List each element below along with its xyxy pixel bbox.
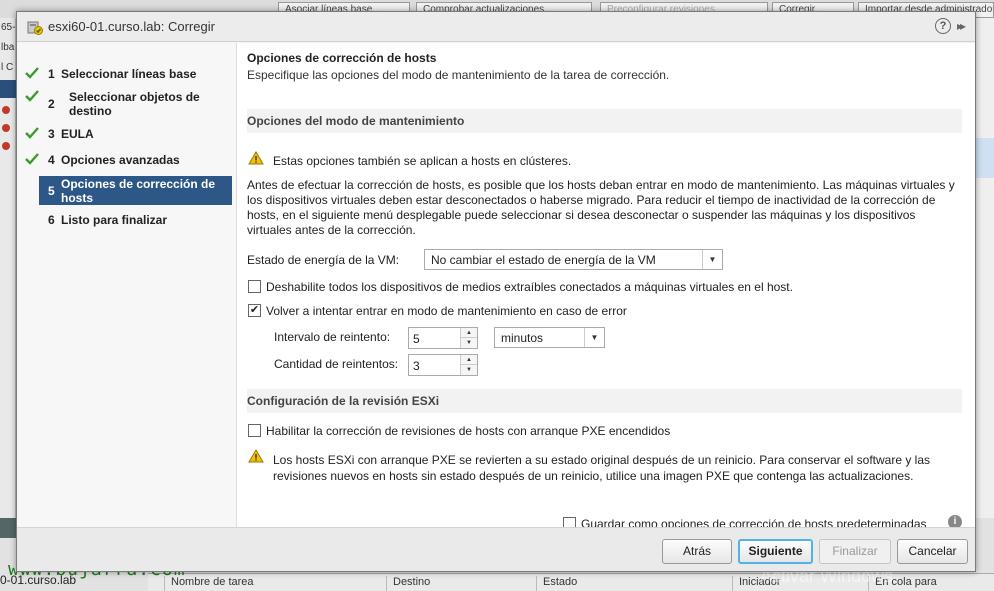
step-advanced-options[interactable]: 4 Opciones avanzadas <box>25 153 231 167</box>
step-label: Seleccionar líneas base <box>61 67 197 81</box>
step-select-baselines[interactable]: 1 Seleccionar líneas base <box>25 67 231 81</box>
check-icon <box>25 127 39 139</box>
dialog-title-bar[interactable]: esxi60-01.curso.lab: Corregir ? ▸▸ <box>17 12 975 42</box>
stepper-down-icon[interactable]: ▼ <box>460 338 477 348</box>
pxe-remediation-checkbox[interactable] <box>248 424 261 437</box>
remediate-dialog: esxi60-01.curso.lab: Corregir ? ▸▸ 1 Sel… <box>16 11 976 572</box>
bg-highlight-row <box>976 138 994 178</box>
pxe-remediation-label: Habilitar la corrección de revisiones de… <box>266 424 671 438</box>
stepper-down-icon[interactable]: ▼ <box>460 365 477 375</box>
cancel-button[interactable]: Cancelar <box>897 539 968 564</box>
finish-button[interactable]: Finalizar <box>819 539 891 564</box>
error-icon <box>2 124 10 132</box>
warning-icon <box>248 151 264 165</box>
bg-selected-row <box>0 80 16 98</box>
retry-interval-value: 5 <box>413 332 420 346</box>
disable-media-checkbox[interactable] <box>248 280 261 293</box>
column-status[interactable]: Estado <box>536 576 577 591</box>
retry-interval-label: Intervalo de reintento: <box>274 330 391 344</box>
retry-interval-stepper[interactable]: 5 ▲ ▼ <box>408 327 478 349</box>
step-label: Opciones avanzadas <box>61 153 180 167</box>
esxi-section-header: Configuración de la revisión ESXi <box>247 389 962 413</box>
background-navigator: 65- lba l C <box>0 18 16 518</box>
dropdown-arrow-icon: ▼ <box>702 250 722 269</box>
maintenance-section-header: Opciones del modo de mantenimiento <box>247 109 962 133</box>
pxe-warning-text: Los hosts ESXi con arranque PXE se revie… <box>273 453 931 483</box>
dialog-footer: Atrás Siguiente Finalizar Cancelar <box>17 527 975 571</box>
retry-maintenance-label: Volver a intentar entrar en modo de mant… <box>266 304 627 318</box>
check-icon <box>25 67 39 79</box>
check-icon <box>25 153 39 165</box>
step-label: Opciones de corrección de hosts <box>61 177 216 205</box>
step-number: 1 <box>48 67 55 81</box>
back-button[interactable]: Atrás <box>662 539 732 564</box>
stepper-up-icon[interactable]: ▲ <box>460 328 477 338</box>
warning-icon <box>248 449 264 463</box>
error-icon <box>2 106 10 114</box>
step-number: 4 <box>48 153 55 167</box>
step-eula[interactable]: 3 EULA <box>25 127 231 141</box>
column-target[interactable]: Destino <box>386 576 430 591</box>
cluster-note: Estas opciones también se aplican a host… <box>273 154 572 168</box>
disable-media-label: Deshabilite todos los dispositivos de me… <box>266 280 793 294</box>
retry-unit-select[interactable]: minutos ▼ <box>494 327 605 348</box>
step-number: 3 <box>48 127 55 141</box>
stepper-up-icon[interactable]: ▲ <box>460 355 477 365</box>
power-state-value: No cambiar el estado de energía de la VM <box>431 253 656 267</box>
background-right-panel <box>976 18 994 518</box>
next-button[interactable]: Siguiente <box>738 539 813 564</box>
bg-fragment: lba <box>1 42 15 53</box>
retry-maintenance-checkbox[interactable]: ✔ <box>248 304 261 317</box>
step-label: EULA <box>61 127 94 141</box>
maintenance-paragraph: Antes de efectuar la corrección de hosts… <box>247 178 955 237</box>
content-panel: Opciones de corrección de hosts Especifi… <box>236 43 975 531</box>
retry-count-label: Cantidad de reintentos: <box>274 357 399 371</box>
step-number: 6 <box>48 213 55 227</box>
step-ready-to-complete[interactable]: 6 Listo para finalizar <box>25 213 231 227</box>
retry-count-stepper[interactable]: 3 ▲ ▼ <box>408 354 478 376</box>
expand-icon[interactable]: ▸▸ <box>957 19 966 33</box>
step-number: 2 <box>48 97 55 111</box>
bg-stripe <box>0 518 16 538</box>
power-state-label: Estado de energía de la VM: <box>247 253 400 267</box>
retry-count-value: 3 <box>413 359 420 373</box>
wizard-steps: 1 Seleccionar líneas base 2 Seleccionar … <box>17 43 236 527</box>
host-update-icon <box>27 21 43 35</box>
help-icon[interactable]: ? <box>935 18 951 34</box>
step-label: Seleccionar objetos de destino <box>69 90 200 118</box>
bg-fragment: 65- <box>1 22 16 33</box>
dropdown-arrow-icon: ▼ <box>584 328 604 347</box>
check-icon <box>25 90 39 102</box>
bg-fragment: l C <box>1 62 14 73</box>
page-title: Opciones de corrección de hosts <box>247 51 437 65</box>
step-host-remediation-options[interactable]: 5 Opciones de corrección de hosts <box>39 176 232 205</box>
power-state-select[interactable]: No cambiar el estado de energía de la VM… <box>424 249 723 270</box>
dialog-title: esxi60-01.curso.lab: Corregir <box>48 19 215 34</box>
step-select-targets[interactable]: 2 Seleccionar objetos de destino <box>25 90 231 118</box>
retry-unit-value: minutos <box>501 331 544 345</box>
error-icon <box>2 142 10 150</box>
step-number: 5 <box>48 184 55 198</box>
step-label: Listo para finalizar <box>61 213 168 227</box>
page-description: Especifique las opciones del modo de man… <box>247 68 670 82</box>
